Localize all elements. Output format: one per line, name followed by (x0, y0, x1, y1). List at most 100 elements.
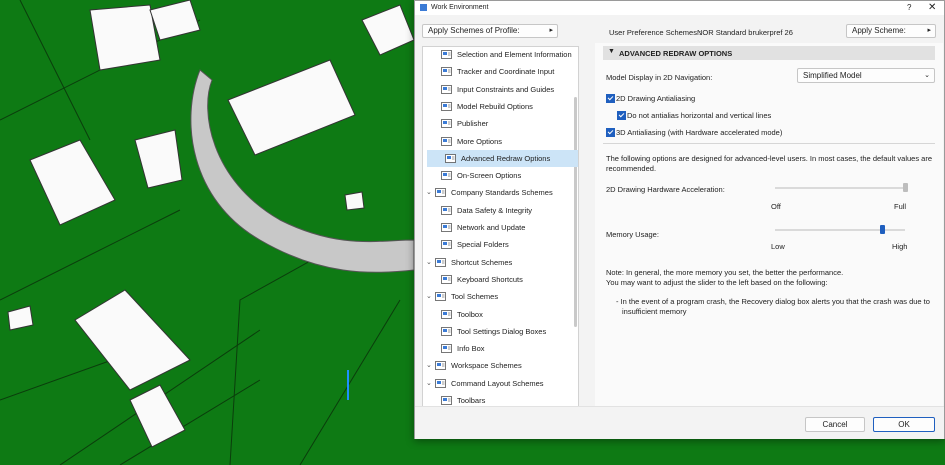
app-icon (420, 4, 427, 11)
tree-item[interactable]: Network and Update (423, 219, 573, 236)
tree-item[interactable]: Publisher (423, 115, 573, 132)
antialias-2d-checkbox[interactable] (606, 94, 615, 103)
apply-profile-button[interactable]: Apply Schemes of Profile: ▸ (422, 24, 558, 38)
tree-group[interactable]: ⌄ Company Standards Schemes (423, 184, 573, 201)
hw-accel-min: Off (771, 202, 781, 211)
chevron-right-icon: ▸ (549, 27, 553, 34)
keyboard-icon (441, 274, 452, 285)
section-header[interactable]: ▼ ADVANCED REDRAW OPTIONS (603, 46, 935, 60)
tree-item[interactable]: Input Constraints and Guides (423, 81, 573, 98)
antialias-2d-label: 2D Drawing Antialiasing (616, 94, 696, 103)
collapse-icon: ▼ (608, 48, 615, 55)
tree-item-label: Model Rebuild Options (457, 101, 533, 111)
model-display-select[interactable]: Simplified Model ⌄ (797, 68, 935, 83)
tree-item-label: Company Standards Schemes (451, 188, 553, 198)
tree-group[interactable]: ⌄ Workspace Schemes (423, 357, 573, 374)
tree-item[interactable]: Selection and Element Information (423, 47, 573, 63)
tree-item[interactable]: Info Box (423, 340, 573, 357)
tree-item-label: Command Layout Schemes (451, 378, 544, 388)
selection-info-icon (441, 49, 452, 60)
tree-item-label: Special Folders (457, 240, 509, 250)
info-text-1: The following options are designed for a… (606, 154, 933, 163)
no-hv-antialias-checkbox[interactable] (617, 111, 626, 120)
tree-item-label: Workspace Schemes (451, 361, 522, 371)
memory-label: Memory Usage: (606, 230, 659, 239)
tree-item-label: Selection and Element Information (457, 50, 572, 59)
hw-accel-max: Full (894, 202, 907, 211)
ok-button[interactable]: OK (873, 417, 935, 432)
tree-item-label: Toolbars (457, 396, 486, 405)
tree-item[interactable]: Advanced Redraw Options (427, 149, 578, 167)
memory-max: High (892, 242, 908, 251)
tree-group[interactable]: ⌄ Command Layout Schemes (423, 375, 573, 392)
tree-item[interactable]: Toolbox (423, 306, 573, 323)
memory-slider[interactable] (775, 229, 905, 231)
dialog-footer: Cancel OK (415, 406, 944, 439)
constraints-icon (441, 84, 452, 95)
rebuild-icon (441, 101, 452, 112)
data-safety-icon (441, 205, 452, 216)
user-pref-value: NOR Standard brukerpref 26 (697, 28, 793, 37)
tree-item-label: Tool Settings Dialog Boxes (457, 326, 547, 336)
expand-arrow-icon[interactable]: ⌄ (426, 292, 432, 300)
tree-item[interactable]: Tool Settings Dialog Boxes (423, 323, 573, 340)
folders-icon (441, 239, 452, 250)
apply-scheme-label: Apply Scheme: (852, 26, 906, 35)
command-layout-icon (435, 378, 446, 389)
toolbox-icon (441, 309, 452, 320)
close-button[interactable]: ✕ (928, 2, 936, 13)
tree-item-label: Network and Update (457, 223, 526, 232)
tree-item-label: Shortcut Schemes (451, 257, 513, 267)
model-display-value: Simplified Model (803, 71, 862, 80)
tree-group[interactable]: ⌄ Shortcut Schemes (423, 254, 573, 271)
help-button[interactable]: ? (907, 3, 911, 12)
apply-scheme-button[interactable]: Apply Scheme: ▸ (846, 24, 936, 38)
tree-item[interactable]: More Options (423, 133, 573, 150)
workspace-icon (435, 360, 446, 371)
options-panel: ▼ ADVANCED REDRAW OPTIONS Model Display … (595, 43, 943, 438)
dialog-title: Work Environment (431, 4, 489, 11)
tree-item[interactable]: On-Screen Options (423, 167, 573, 184)
apply-profile-label: Apply Schemes of Profile: (428, 26, 520, 35)
tool-schemes-icon (435, 291, 446, 302)
expand-arrow-icon[interactable]: ⌄ (426, 379, 432, 387)
divider (603, 143, 935, 144)
antialias-3d-checkbox[interactable] (606, 128, 615, 137)
tree-item[interactable]: Special Folders (423, 236, 573, 253)
settings-tree[interactable]: Selection and Element Information Tracker… (422, 46, 579, 433)
hw-accel-slider-thumb[interactable] (902, 183, 908, 192)
tree-item-label: Keyboard Shortcuts (457, 274, 523, 284)
note-text-1: Note: In general, the more memory you se… (606, 268, 844, 277)
tree-item-label: Tracker and Coordinate Input (457, 67, 555, 77)
toolbars-icon (441, 395, 452, 406)
tree-item-label: Info Box (457, 344, 485, 354)
tree-scrollbar[interactable] (574, 97, 577, 327)
tree-item-label: Input Constraints and Guides (457, 84, 555, 94)
on-screen-icon (441, 170, 452, 181)
tree-item[interactable]: Model Rebuild Options (423, 98, 573, 115)
memory-min: Low (771, 242, 785, 251)
expand-arrow-icon[interactable]: ⌄ (426, 361, 432, 369)
hw-accel-slider[interactable] (775, 187, 905, 189)
shortcut-schemes-icon (435, 257, 446, 268)
antialias-3d-label: 3D Antialiasing (with Hardware accelerat… (616, 128, 783, 137)
expand-arrow-icon[interactable]: ⌄ (426, 188, 432, 196)
tracker-icon (441, 66, 452, 77)
tool-settings-icon (441, 326, 452, 337)
expand-arrow-icon[interactable]: ⌄ (426, 258, 432, 266)
cancel-button[interactable]: Cancel (805, 417, 865, 432)
tree-item-label: Data Safety & Integrity (457, 205, 533, 215)
publisher-icon (441, 118, 452, 129)
tree-item[interactable]: Keyboard Shortcuts (423, 271, 573, 288)
memory-slider-thumb[interactable] (880, 225, 886, 234)
network-icon (441, 222, 452, 233)
info-text-2: recommended. (606, 164, 657, 173)
model-display-label: Model Display in 2D Navigation: (606, 73, 713, 82)
tree-item[interactable]: Data Safety & Integrity (423, 202, 573, 219)
info-box-icon (441, 343, 452, 354)
tree-group[interactable]: ⌄ Tool Schemes (423, 288, 573, 305)
more-options-icon (441, 136, 452, 147)
note-text-3: - In the event of a program crash, the R… (616, 297, 930, 306)
tree-item[interactable]: Tracker and Coordinate Input (423, 63, 573, 80)
tree-item-label: Advanced Redraw Options (461, 153, 551, 163)
